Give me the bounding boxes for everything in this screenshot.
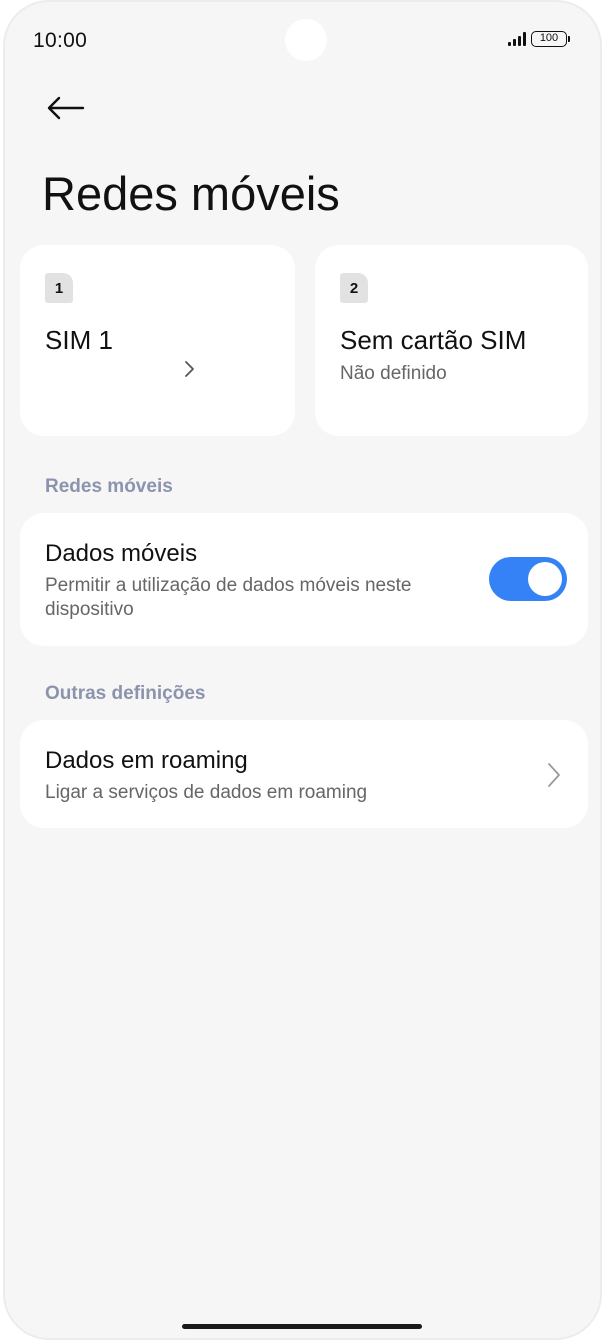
camera-cutout [285,19,327,61]
back-button[interactable] [41,88,89,128]
sim-card-1[interactable]: 1 SIM 1 [20,245,295,436]
phone-screen: 10:00 100 Redes móveis 1 SIM 1 2 Sem car… [3,0,602,1340]
section-header-mobile-networks: Redes móveis [45,476,173,497]
page-title: Redes móveis [42,167,340,220]
mobile-data-toggle[interactable] [489,557,567,601]
signal-icon [508,32,526,46]
chevron-right-icon [548,763,560,787]
section-header-other-settings: Outras definições [45,683,206,704]
home-indicator[interactable] [182,1324,422,1329]
sim-slot-icon: 1 [45,273,73,303]
sim-card-2[interactable]: 2 Sem cartão SIM Não definido [315,245,588,436]
toggle-knob [528,562,562,596]
sim-slot-icon: 2 [340,273,368,303]
sim-name: SIM 1 [45,325,113,355]
roaming-row[interactable]: Dados em roaming Ligar a serviços de dad… [20,720,588,828]
mobile-data-row[interactable]: Dados móveis Permitir a utilização de da… [20,513,588,646]
roaming-subtitle: Ligar a serviços de dados em roaming [45,782,368,803]
chevron-right-icon [185,361,194,377]
status-time: 10:00 [33,29,88,52]
battery-level: 100 [531,31,567,47]
mobile-data-title: Dados móveis [45,540,198,567]
status-bar: 10:00 100 [5,2,600,80]
status-icons: 100 [508,31,570,47]
sim-status: Não definido [340,363,447,384]
battery-icon: 100 [531,31,570,47]
arrow-left-icon [47,96,85,120]
mobile-data-subtitle: Permitir a utilização de dados móveis ne… [45,575,412,620]
sim-name: Sem cartão SIM [340,325,527,355]
roaming-title: Dados em roaming [45,747,248,774]
